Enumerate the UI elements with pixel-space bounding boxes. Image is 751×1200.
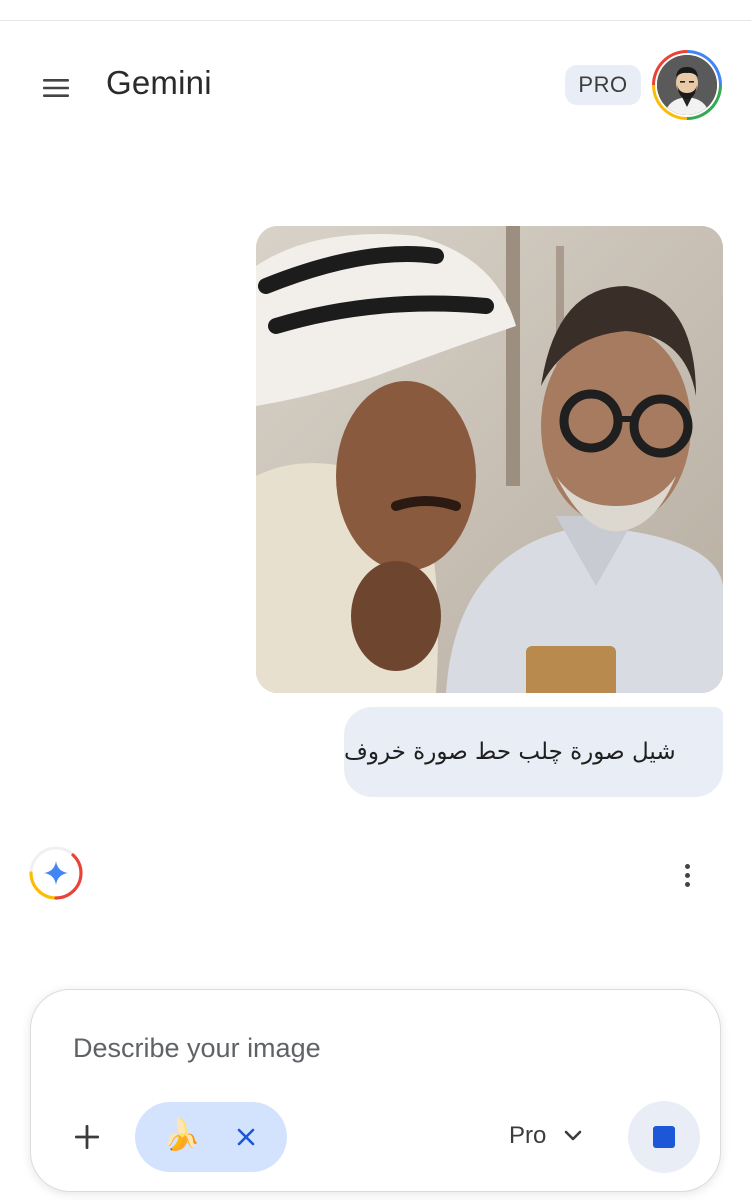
prompt-input[interactable] (73, 1028, 673, 1068)
pro-badge[interactable]: PRO (565, 65, 641, 105)
gemini-spark-loading-icon (28, 845, 84, 901)
add-attachment-button[interactable] (67, 1117, 107, 1157)
chevron-down-icon (565, 1130, 582, 1141)
menu-button[interactable] (36, 68, 76, 108)
more-options-button[interactable] (667, 855, 707, 895)
model-label: Pro (509, 1122, 547, 1149)
user-avatar (657, 55, 717, 115)
shared-image[interactable] (256, 226, 723, 693)
model-selector[interactable]: Pro (509, 1118, 582, 1154)
status-divider (0, 20, 751, 21)
stop-generation-button[interactable] (628, 1101, 700, 1173)
close-icon (237, 1128, 255, 1146)
user-message-bubble: شيل صورة چلب حط صورة خروف (344, 707, 723, 797)
stop-icon (653, 1126, 675, 1148)
banana-icon[interactable]: 🍌 (163, 1118, 200, 1154)
account-avatar-button[interactable] (652, 50, 722, 120)
app-title: Gemini (106, 64, 212, 101)
plus-icon (75, 1125, 99, 1149)
menu-icon (43, 79, 69, 97)
more-vert-icon (684, 863, 690, 869)
prompt-composer: 🍌 Pro (30, 989, 721, 1192)
avatar-frame (655, 53, 719, 117)
shared-photo-illustration (256, 226, 723, 693)
remove-tool-button[interactable] (229, 1120, 263, 1154)
image-tool-chip[interactable]: 🍌 (135, 1102, 287, 1172)
